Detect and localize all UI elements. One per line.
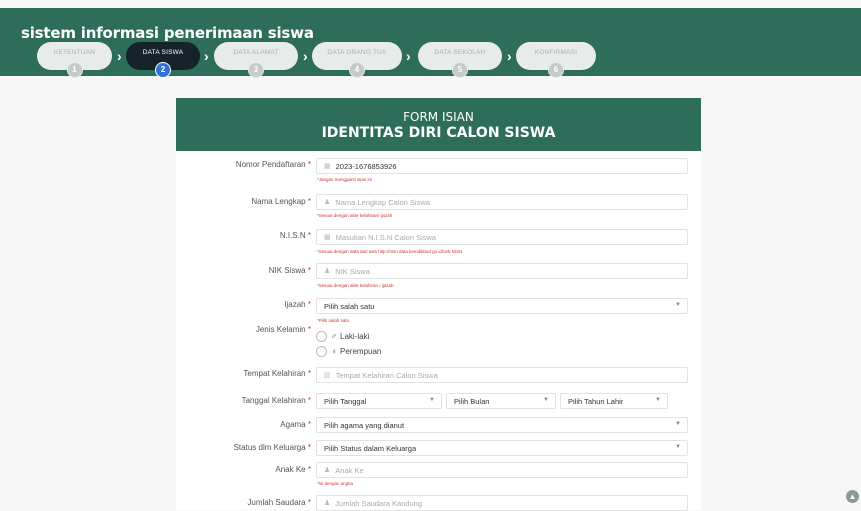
radio-laki-laki[interactable]: ♂ Laki-laki: [316, 331, 369, 342]
hint-nik: *Sesuai dengan akte kelahiran / ijazah: [317, 283, 394, 288]
radio-perempuan[interactable]: ♀ Perempuan: [316, 346, 381, 357]
female-icon: ♀: [331, 347, 337, 356]
form-title: IDENTITAS DIRI CALON SISWA: [321, 125, 556, 141]
field-placeholder: NIK Siswa: [335, 266, 370, 276]
chevron-right-icon: ›: [406, 48, 411, 64]
caret-down-icon: ▼: [543, 397, 549, 403]
chevron-right-icon: ›: [303, 48, 308, 64]
status-keluarga-select[interactable]: Pilih Status dalam Keluarga ▼: [316, 440, 688, 456]
caret-down-icon: ▼: [655, 397, 661, 403]
app-title: sistem informasi penerimaan siswa: [21, 24, 314, 42]
nik-input[interactable]: ♟ NIK Siswa: [316, 263, 688, 279]
label-status-keluarga: Status dlm Keluarga *: [233, 443, 311, 452]
nomor-pendaftaran-field[interactable]: ▦ 2023-1676853926: [316, 158, 688, 174]
label-jenis-kelamin: Jenis Kelamin *: [255, 325, 311, 334]
step-label: DATA ORANG TUA: [327, 49, 387, 56]
form-title-small: FORM ISIAN: [403, 110, 474, 124]
step-data-siswa[interactable]: DATA SISWA 2: [126, 42, 200, 78]
label-nomor-pendaftaran: Nomor Pendaftaran *: [235, 160, 311, 169]
hint-nomor: *Jangan mengganti isian ini: [317, 177, 373, 182]
chevron-right-icon: ›: [117, 48, 122, 64]
tanggal-select[interactable]: Pilih Tanggal ▼: [316, 393, 442, 409]
step-number: 6: [548, 62, 564, 78]
radio-label: Laki-laki: [340, 332, 370, 341]
building-icon: ▥: [324, 372, 331, 379]
label-nik: NIK Siswa *: [268, 266, 311, 275]
step-label: DATA ALAMAT: [233, 49, 279, 56]
user-icon: ♟: [324, 467, 331, 474]
tahun-select[interactable]: Pilih Tahun Lahir ▼: [560, 393, 668, 409]
step-number: 3: [248, 62, 264, 78]
user-icon: ♟: [324, 500, 331, 507]
anak-ke-input[interactable]: ♟ Anak Ke: [316, 462, 688, 478]
field-placeholder: Anak Ke: [335, 465, 364, 475]
caret-down-icon: ▼: [675, 302, 681, 308]
hint-anak-ke: *Isi dengan angka: [317, 481, 354, 486]
chevron-right-icon: ›: [204, 48, 209, 64]
nisn-input[interactable]: ▦ Masukan N.I.S.N Calon Siswa: [316, 229, 688, 245]
label-nama-lengkap: Nama Lengkap *: [251, 197, 311, 206]
field-placeholder: Nama Lengkap Calon Siswa: [335, 197, 430, 207]
step-label: KETENTUAN: [53, 49, 96, 56]
step-ketentuan[interactable]: KETENTUAN 1: [37, 42, 112, 78]
label-tanggal-kelahiran: Tanggal Kelahiran *: [241, 396, 311, 405]
step-label: DATA SISWA: [142, 49, 184, 56]
select-value: Pilih Bulan: [454, 396, 490, 406]
caret-down-icon: ▼: [429, 397, 435, 403]
select-value: Pilih Tahun Lahir: [568, 396, 624, 406]
label-agama: Agama *: [280, 420, 311, 429]
step-konfirmasi[interactable]: KONFIRMASI 6: [516, 42, 596, 78]
nama-lengkap-input[interactable]: ♟ Nama Lengkap Calon Siswa: [316, 194, 688, 210]
label-anak-ke: Anak Ke *: [275, 465, 311, 474]
label-nisn: N.I.S.N *: [279, 231, 311, 240]
tempat-kelahiran-input[interactable]: ▥ Tempat Kelahiran Calon Siswa: [316, 367, 688, 383]
label-ijazah: Ijazah *: [284, 300, 311, 309]
chevron-right-icon: ›: [507, 48, 512, 64]
form-header: FORM ISIAN IDENTITAS DIRI CALON SISWA: [176, 98, 701, 151]
select-value: Pilih Tanggal: [324, 396, 367, 406]
select-value: Pilih agama yang dianut: [324, 420, 405, 430]
radio-label: Perempuan: [340, 347, 382, 356]
jumlah-saudara-input[interactable]: ♟ Jumlah Saudara Kandung: [316, 495, 688, 511]
step-label: KONFIRMASI: [534, 49, 578, 56]
step-number: 5: [452, 62, 468, 78]
radio-circle[interactable]: [316, 346, 327, 357]
step-number: 4: [349, 62, 365, 78]
step-data-alamat[interactable]: DATA ALAMAT 3: [214, 42, 298, 78]
step-data-sekolah[interactable]: DATA SEKOLAH 5: [418, 42, 502, 78]
hint-nama: *Sesuai dengan akte kelahiran/ ijazah: [317, 213, 393, 218]
select-value: Pilih salah satu: [324, 301, 375, 311]
label-tempat-kelahiran: Tempat Kelahiran *: [243, 369, 311, 378]
male-icon: ♂: [331, 332, 337, 341]
field-placeholder: Tempat Kelahiran Calon Siswa: [335, 370, 438, 380]
bulan-select[interactable]: Pilih Bulan ▼: [446, 393, 556, 409]
step-data-orang-tua[interactable]: DATA ORANG TUA 4: [312, 42, 402, 78]
user-icon: ♟: [324, 268, 331, 275]
arrow-up-icon[interactable]: ▲: [846, 490, 859, 503]
radio-circle[interactable]: [316, 331, 327, 342]
calendar-icon: ▦: [324, 163, 331, 170]
field-value: 2023-1676853926: [335, 161, 397, 171]
field-placeholder: Jumlah Saudara Kandung: [335, 498, 423, 508]
field-placeholder: Masukan N.I.S.N Calon Siswa: [335, 232, 437, 242]
step-number: 1: [66, 62, 83, 78]
label-jumlah-saudara: Jumlah Saudara *: [247, 498, 311, 507]
step-number: 2: [155, 62, 171, 78]
user-icon: ♟: [324, 199, 331, 206]
id-card-icon: ▦: [324, 234, 331, 241]
caret-down-icon: ▼: [675, 421, 681, 427]
caret-down-icon: ▼: [675, 444, 681, 450]
hint-nisn: *Sesuai dengan data dari web http://nisn…: [317, 249, 463, 254]
agama-select[interactable]: Pilih agama yang dianut ▼: [316, 417, 688, 433]
step-label: DATA SEKOLAH: [434, 49, 486, 56]
ijazah-select[interactable]: Pilih salah satu ▼: [316, 298, 688, 314]
hint-ijazah: *Pilih salah satu: [317, 318, 350, 323]
select-value: Pilih Status dalam Keluarga: [324, 443, 417, 453]
